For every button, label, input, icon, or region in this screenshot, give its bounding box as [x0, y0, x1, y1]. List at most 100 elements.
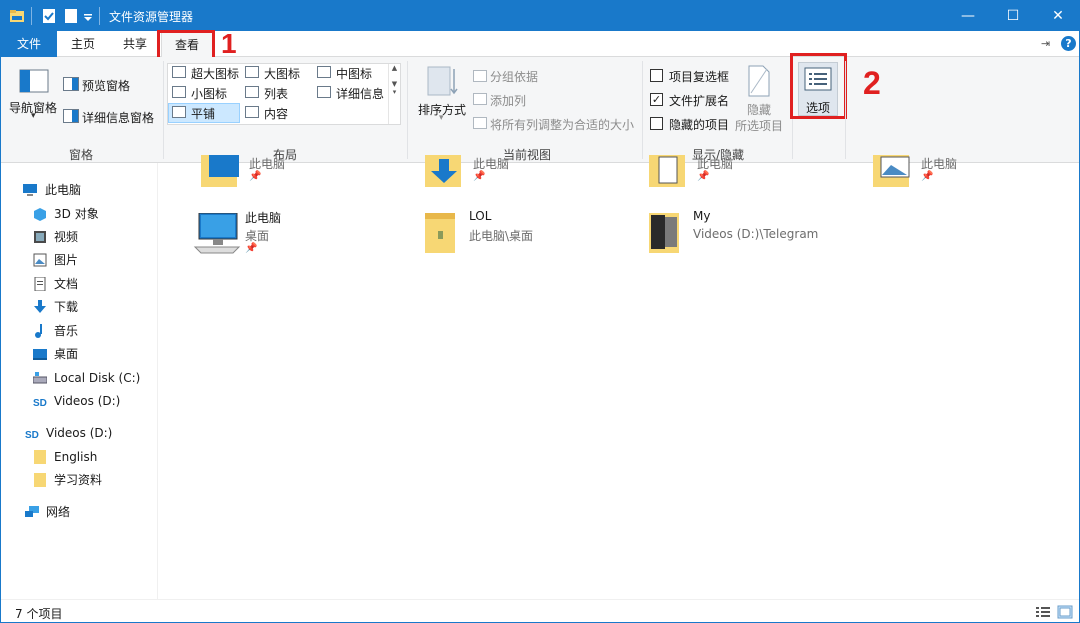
tab-home[interactable]: 主页	[61, 31, 105, 57]
quick-access-name: 此电脑	[245, 211, 282, 225]
folder-app-icon	[10, 10, 24, 22]
nav-videos-label: 视频	[54, 230, 79, 244]
quick-access-path: 此电脑	[473, 157, 510, 171]
quick-access-item-this-pc[interactable]: 此电脑 桌面 📌	[193, 209, 413, 265]
step2-number: 2	[863, 65, 881, 101]
download-arrow-icon	[34, 300, 46, 313]
sort-by-dropdown-icon[interactable]: ▾	[439, 113, 444, 123]
desktop-icon	[33, 349, 47, 360]
file-extensions-label[interactable]: 文件扩展名	[669, 92, 729, 109]
nav-music[interactable]: 音乐	[33, 320, 78, 342]
tab-share[interactable]: 共享	[113, 31, 157, 57]
add-columns-button[interactable]: 添加列	[490, 92, 526, 109]
large-icons-icon	[245, 66, 259, 78]
nav-documents[interactable]: 文档	[33, 273, 78, 295]
nav-folder-english-label: English	[54, 450, 98, 464]
layout-small-icons[interactable]: 小图标	[191, 85, 227, 102]
tab-file[interactable]: 文件	[1, 31, 57, 57]
nav-videos-d[interactable]: SD Videos (D:)	[33, 390, 120, 412]
navigation-pane-icon[interactable]	[19, 69, 49, 93]
local-disk-icon	[33, 372, 47, 384]
content-view-icon	[245, 106, 259, 118]
title-divider	[99, 7, 100, 25]
layout-details[interactable]: 详细信息	[336, 85, 384, 102]
hidden-items-label[interactable]: 隐藏的项目	[669, 116, 729, 133]
large-icons-view-toggle-icon[interactable]	[1057, 605, 1073, 619]
pin-icon: 📌	[245, 243, 258, 254]
nav-pane-dropdown-icon[interactable]: ▾	[31, 111, 36, 121]
quick-access-item-partial[interactable]: 此电脑 📌	[421, 155, 641, 211]
pictures-folder-icon	[873, 155, 910, 187]
nav-local-disk-c[interactable]: Local Disk (C:)	[33, 367, 140, 389]
properties-quick-icon[interactable]	[41, 8, 57, 24]
quick-access-path: 此电脑	[249, 157, 286, 171]
close-button[interactable]: ✕	[1035, 1, 1079, 31]
add-columns-icon	[473, 93, 487, 105]
nav-documents-label: 文档	[54, 277, 79, 291]
quick-access-item-lol[interactable]: LOL 此电脑\桌面	[423, 209, 643, 265]
nav-pictures[interactable]: 图片	[33, 249, 78, 271]
maximize-button[interactable]: ☐	[990, 1, 1036, 31]
nav-network-label: 网络	[46, 505, 71, 519]
group-by-button[interactable]: 分组依据	[490, 68, 538, 85]
group-label-panes: 窗格	[68, 148, 93, 162]
layout-large-icons[interactable]: 大图标	[264, 65, 300, 82]
layout-tiles[interactable]: 平铺	[191, 105, 215, 122]
quick-access-item-partial[interactable]: 此电脑 📌	[869, 155, 1079, 211]
quick-access-item-partial[interactable]: 此电脑 📌	[197, 155, 417, 211]
layout-content[interactable]: 内容	[264, 105, 288, 122]
quick-access-item-my[interactable]: My Videos (D:)\Telegram	[647, 209, 867, 265]
nav-videos[interactable]: 视频	[33, 226, 78, 248]
pin-icon: 📌	[473, 171, 486, 182]
window-title: 文件资源管理器	[109, 10, 194, 24]
group-separator	[163, 61, 164, 159]
pin-ribbon-icon[interactable]: ⇥	[1041, 37, 1050, 50]
customize-toolbar-chevron-icon[interactable]	[83, 8, 93, 24]
title-divider	[31, 7, 32, 25]
group-separator	[845, 61, 846, 159]
nav-folder-english[interactable]: English	[33, 446, 97, 468]
nav-this-pc[interactable]: 此电脑	[23, 179, 81, 201]
quick-access-item-partial[interactable]: 此电脑 📌	[645, 155, 865, 211]
details-pane-button[interactable]: 详细信息窗格	[82, 109, 154, 126]
music-note-icon	[35, 324, 42, 338]
size-all-columns-button[interactable]: 将所有列调整为合适的大小	[490, 116, 634, 133]
hidden-items-checkbox[interactable]	[650, 117, 663, 130]
group-separator	[642, 61, 643, 159]
minimize-button[interactable]: —	[945, 1, 991, 31]
quick-access-name: My	[693, 209, 711, 223]
nav-folder-study[interactable]: 学习资料	[33, 469, 102, 491]
file-extensions-checkbox[interactable]: ✓	[650, 93, 663, 106]
nav-folder-study-label: 学习资料	[54, 473, 103, 487]
item-checkboxes-label[interactable]: 项目复选框	[669, 68, 729, 85]
documents-folder-icon	[649, 155, 685, 187]
details-view-toggle-icon[interactable]	[1035, 605, 1051, 619]
layout-gallery-scroll[interactable]: ▲ ▼ ▾	[388, 64, 400, 124]
size-columns-icon	[473, 117, 487, 129]
hide-selected-label-1[interactable]: 隐藏	[747, 101, 771, 118]
nav-desktop[interactable]: 桌面	[33, 343, 78, 365]
preview-pane-icon	[63, 77, 79, 91]
layout-list[interactable]: 列表	[264, 85, 288, 102]
nav-3d-objects[interactable]: 3D 对象	[33, 203, 99, 225]
pin-icon: 📌	[697, 171, 710, 182]
layout-medium-icons[interactable]: 中图标	[336, 65, 372, 82]
desktop-folder-icon	[201, 155, 239, 187]
new-folder-quick-icon[interactable]	[63, 8, 79, 24]
sd-card-icon: SD	[33, 398, 47, 408]
quick-access-path: 此电脑\桌面	[469, 229, 534, 243]
folder-icon	[425, 213, 455, 253]
layout-extra-large-icons[interactable]: 超大图标	[191, 65, 239, 82]
small-icons-icon	[172, 86, 186, 98]
computer-icon	[193, 213, 241, 254]
item-checkboxes-checkbox[interactable]	[650, 69, 663, 82]
nav-network[interactable]: 网络	[25, 501, 70, 523]
help-icon[interactable]: ?	[1061, 36, 1076, 51]
quick-access-name: LOL	[469, 209, 492, 223]
sd-card-icon: SD	[25, 430, 39, 440]
nav-downloads[interactable]: 下载	[33, 296, 78, 318]
step1-highlight-box	[157, 30, 215, 60]
hide-selected-label-2[interactable]: 所选项目	[735, 117, 783, 134]
preview-pane-button[interactable]: 预览窗格	[82, 77, 130, 94]
nav-videos-drive[interactable]: SD Videos (D:)	[25, 422, 112, 444]
